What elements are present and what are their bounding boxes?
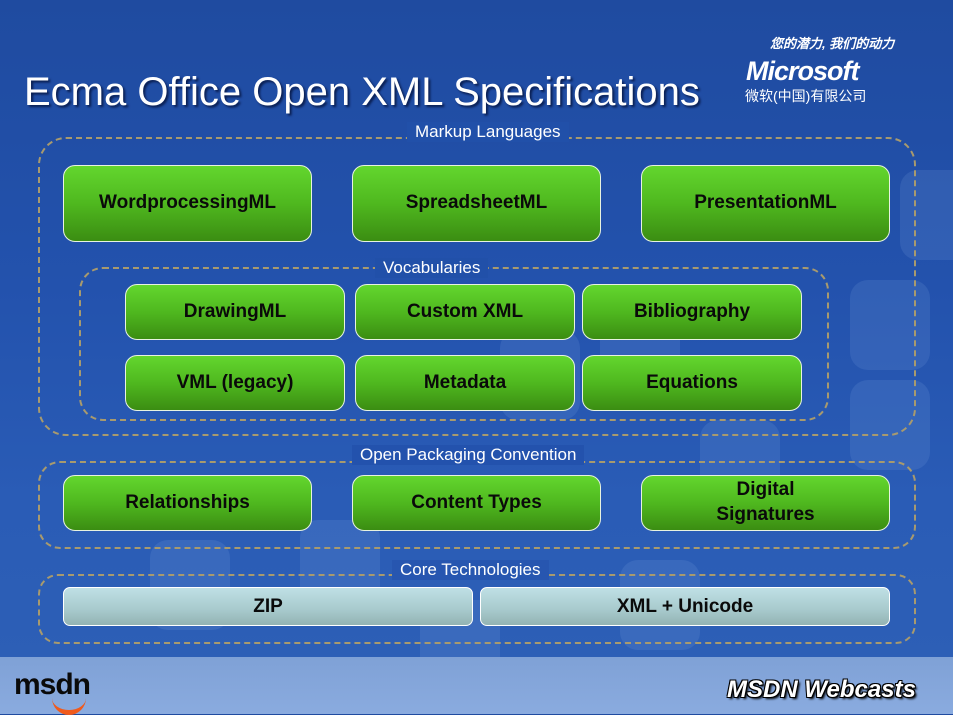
box-xml-unicode: XML + Unicode [480,587,890,626]
group-label-opc: Open Packaging Convention [352,445,585,465]
group-label-core: Core Technologies [392,560,549,580]
box-wordprocessingml: WordprocessingML [63,165,312,242]
microsoft-china-text: 微软(中国)有限公司 [745,88,867,104]
slogan-text: 您的潜力, 我们的动力 [770,36,895,51]
box-digital-signatures: Digital Signatures [641,475,890,531]
group-label-vocabularies: Vocabularies [375,258,489,278]
box-metadata: Metadata [355,355,575,411]
box-spreadsheetml: SpreadsheetML [352,165,601,242]
box-equations: Equations [582,355,802,411]
microsoft-logo: Microsoft [746,56,859,86]
msdn-logo: msdn [14,668,91,701]
group-label-markup: Markup Languages [407,122,569,142]
box-presentationml: PresentationML [641,165,890,242]
box-bibliography: Bibliography [582,284,802,340]
box-content-types: Content Types [352,475,601,531]
msdn-webcasts-logo: MSDN Webcasts [727,676,916,703]
box-relationships: Relationships [63,475,312,531]
box-zip: ZIP [63,587,473,626]
box-custom-xml: Custom XML [355,284,575,340]
box-digital-signatures-label: Digital Signatures [716,479,815,525]
slide-title: Ecma Office Open XML Specifications [24,70,700,114]
box-drawingml: DrawingML [125,284,345,340]
box-vml-legacy: VML (legacy) [125,355,345,411]
